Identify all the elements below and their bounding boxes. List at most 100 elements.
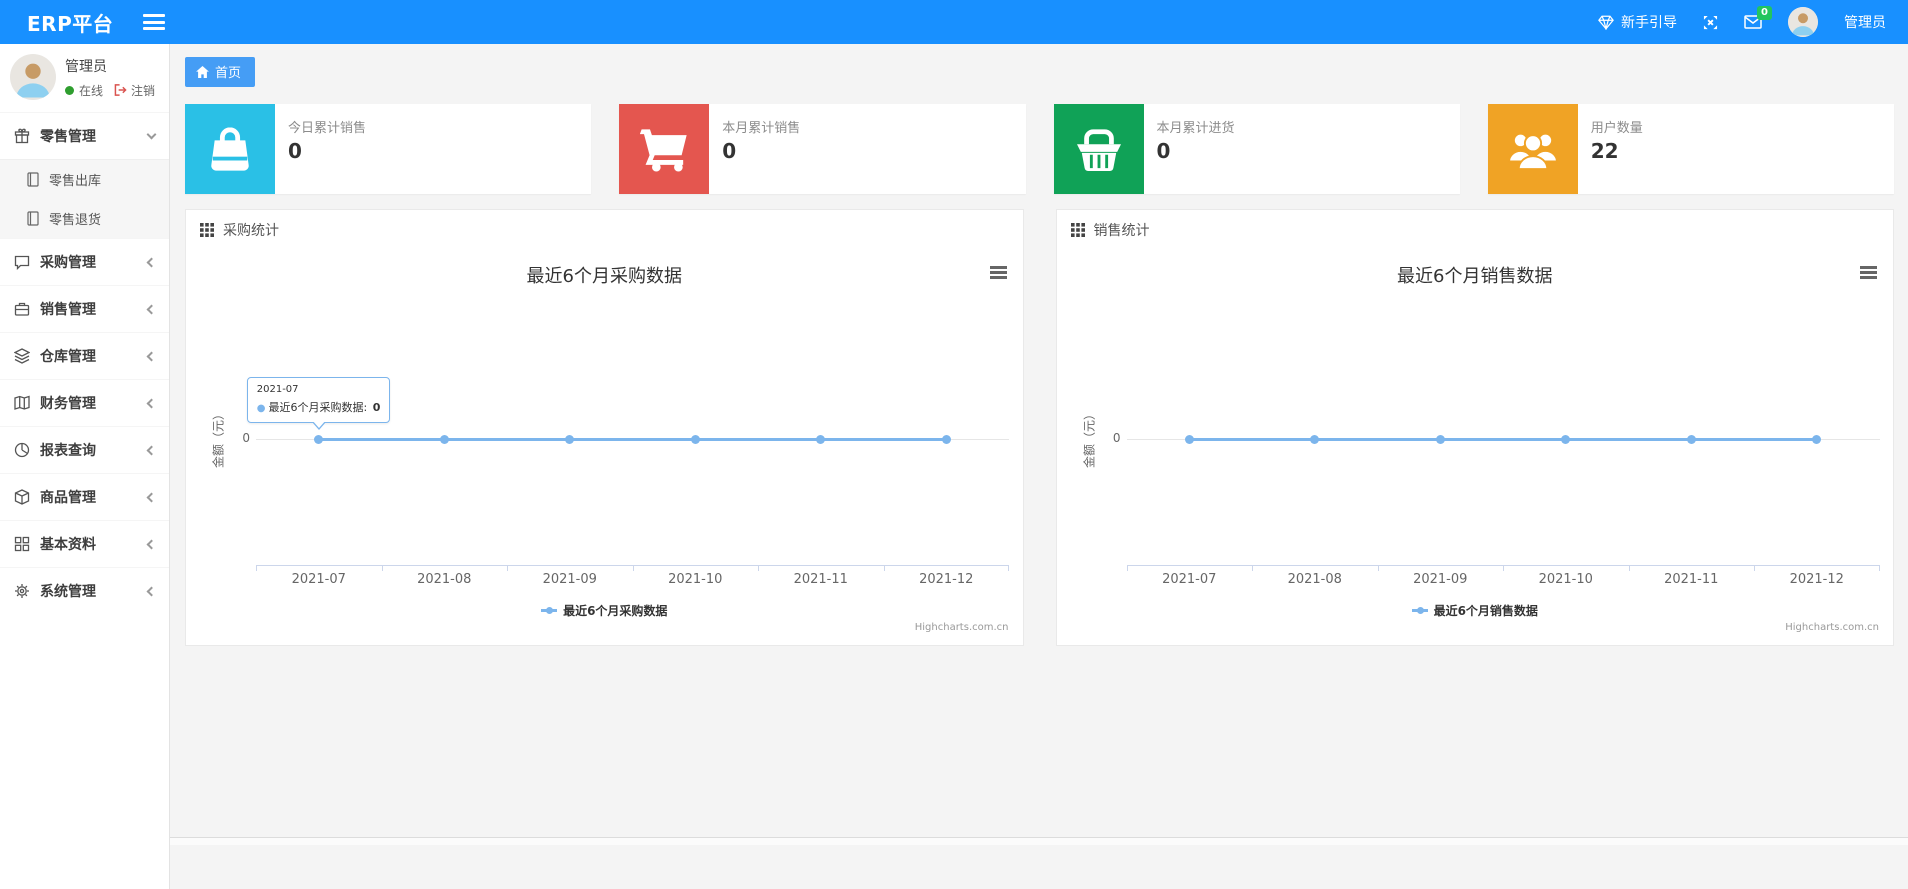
sidebar-item-finance[interactable]: 财务管理	[0, 379, 169, 426]
sidebar-item-system[interactable]: 系统管理	[0, 567, 169, 614]
layers-icon	[14, 348, 30, 364]
users-icon	[1487, 104, 1578, 194]
x-axis-tick	[1754, 565, 1755, 571]
th-grid-icon	[200, 223, 214, 237]
topbar-avatar[interactable]	[1788, 7, 1818, 37]
sidebar-avatar[interactable]	[10, 54, 56, 100]
stat-card-month-sales[interactable]: 本月累计销售 0	[619, 104, 1026, 194]
chart-menu-button[interactable]	[989, 266, 1007, 279]
purchase-stats-panel: 采购统计 最近6个月采购数据 金额（元） 0 2021-07 2021-08 2021-0…	[185, 209, 1024, 646]
sidebar-item-label: 系统管理	[40, 584, 96, 600]
chart-menu-button[interactable]	[1860, 266, 1877, 279]
sidebar-item-warehouse[interactable]: 仓库管理	[0, 332, 169, 379]
sidebar-item-label: 零售管理	[40, 129, 96, 145]
sidebar-item-retail[interactable]: 零售管理	[0, 112, 169, 159]
briefcase-icon	[14, 302, 30, 316]
x-axis-tick	[507, 565, 508, 571]
legend-marker	[1411, 607, 1428, 614]
data-point[interactable]	[1686, 435, 1696, 444]
data-point[interactable]	[1184, 435, 1194, 444]
credits[interactable]: Highcharts.com.cn	[1785, 622, 1879, 633]
legend-item[interactable]: 最近6个月销售数据	[1411, 602, 1538, 619]
th-grid-icon	[1070, 223, 1085, 237]
x-axis-tick	[1126, 565, 1128, 571]
data-point[interactable]	[1310, 435, 1320, 444]
y-axis-tick-label: 0	[1112, 431, 1121, 445]
topbar-username[interactable]: 管理员	[1844, 12, 1886, 32]
legend-item[interactable]: 最近6个月采购数据	[541, 602, 667, 619]
data-point[interactable]	[941, 435, 951, 444]
credits[interactable]: Highcharts.com.cn	[915, 622, 1009, 633]
stat-card-today-sales[interactable]: 今日累计销售 0	[185, 104, 592, 194]
guide-link[interactable]: 新手引导	[1598, 12, 1677, 32]
x-axis-label: 2021-08	[1287, 572, 1342, 587]
fullscreen-button[interactable]	[1703, 15, 1718, 30]
chevron-left-icon	[146, 492, 157, 502]
x-axis-label: 2021-08	[417, 572, 472, 587]
home-icon	[196, 65, 209, 78]
tab-home[interactable]: 首页	[185, 57, 256, 87]
chevron-left-icon	[146, 445, 157, 455]
tooltip-category: 2021-07	[256, 384, 299, 395]
tab-label: 首页	[215, 66, 242, 81]
series-line	[318, 438, 947, 441]
chart-panels: 采购统计 最近6个月采购数据 金额（元） 0 2021-07 2021-08 2021-0…	[185, 209, 1894, 646]
y-axis-tick-label: 0	[242, 431, 250, 445]
legend-marker	[541, 607, 558, 614]
sidebar-item-sales[interactable]: 销售管理	[0, 285, 169, 332]
stat-card-month-purchase[interactable]: 本月累计进货 0	[1053, 104, 1460, 194]
sidebar-item-label: 财务管理	[40, 396, 96, 412]
series-line	[1189, 438, 1817, 441]
data-point[interactable]	[314, 435, 324, 444]
logout-link[interactable]: 注销	[114, 82, 155, 99]
fullscreen-icon	[1703, 15, 1718, 29]
panel-header: 销售统计	[1057, 210, 1894, 250]
data-point[interactable]	[816, 435, 826, 444]
chat-icon	[14, 255, 30, 270]
panel-title: 采购统计	[223, 223, 279, 239]
gear-icon	[15, 584, 29, 598]
grid-icon	[14, 536, 30, 552]
sidebar-toggle-icon[interactable]	[143, 14, 166, 30]
x-axis-label: 2021-12	[1789, 572, 1844, 587]
data-point[interactable]	[1561, 435, 1571, 444]
x-axis-tick	[381, 565, 383, 571]
sidebar-item-basic-data[interactable]: 基本资料	[0, 520, 169, 567]
legend-label: 最近6个月销售数据	[1433, 604, 1538, 618]
sidebar-item-goods[interactable]: 商品管理	[0, 473, 169, 520]
sidebar-item-retail-return[interactable]: 零售退货	[0, 199, 169, 238]
sidebar-item-retail-outbound[interactable]: 零售出库	[0, 160, 169, 199]
stat-value: 22	[1590, 139, 1619, 163]
app-logo: ERP平台	[27, 11, 114, 36]
stat-card-user-count[interactable]: 用户数量 22	[1487, 104, 1894, 194]
data-point[interactable]	[690, 435, 700, 444]
shopping-bag-icon	[185, 104, 275, 194]
sidebar-menu: 零售管理 零售出库 零售退货 采购管理 销售管理 仓库管理 财务管理 报表查询 …	[0, 112, 169, 614]
x-axis-tick	[883, 565, 885, 571]
data-point[interactable]	[1812, 435, 1822, 444]
tooltip: 2021-07 ● 最近6个月采购数据: 0	[246, 377, 391, 430]
chevron-down-icon	[146, 129, 157, 140]
x-axis-label: 2021-10	[668, 572, 723, 587]
tooltip-series-value: ● 最近6个月采购数据: 0	[256, 401, 381, 414]
sidebar-item-purchase[interactable]: 采购管理	[0, 238, 169, 285]
chart-title: 最近6个月采购数据	[526, 266, 682, 287]
data-point[interactable]	[1435, 435, 1445, 444]
pie-chart-icon	[14, 442, 30, 458]
submenu-item-label: 零售出库	[49, 174, 102, 189]
panel-title: 销售统计	[1093, 223, 1150, 239]
x-axis-label: 2021-07	[1162, 572, 1217, 587]
chevron-left-icon	[146, 539, 157, 549]
x-axis-label: 2021-07	[291, 572, 346, 587]
data-point[interactable]	[565, 435, 575, 444]
sidebar-item-reports[interactable]: 报表查询	[0, 426, 169, 473]
series-marker-dot: ●	[256, 403, 266, 414]
gift-icon	[14, 128, 30, 144]
x-axis-label: 2021-11	[1664, 572, 1719, 587]
sales-stats-panel: 销售统计 最近6个月销售数据 金额（元） 0 2021-07 2021-08 2021-0…	[1055, 209, 1894, 646]
user-panel: 管理员 在线 注销	[0, 44, 169, 112]
data-point[interactable]	[439, 435, 449, 444]
messages-button[interactable]: 0	[1744, 6, 1772, 29]
panel-header: 采购统计	[186, 210, 1023, 250]
x-axis-tick	[1008, 565, 1009, 571]
